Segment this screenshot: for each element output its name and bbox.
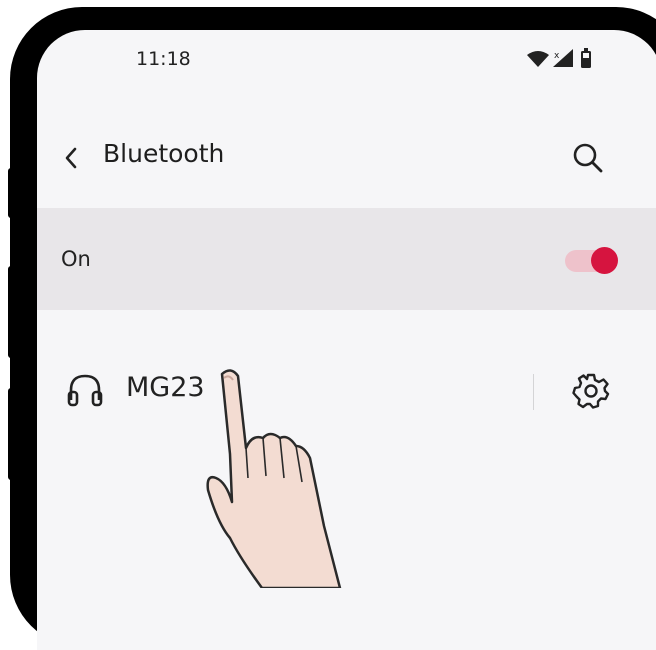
device-settings-button[interactable] — [572, 372, 610, 410]
search-icon — [573, 143, 603, 173]
chevron-left-icon — [65, 147, 77, 169]
wifi-icon — [527, 51, 549, 71]
signal-icon: x — [551, 49, 573, 71]
bluetooth-switch[interactable] — [565, 247, 619, 274]
battery-icon — [580, 48, 592, 72]
divider — [533, 374, 534, 410]
search-button[interactable] — [570, 140, 606, 176]
power-button — [8, 388, 16, 480]
device-name: MG23 — [126, 372, 205, 403]
switch-knob — [591, 247, 618, 274]
pointing-hand — [200, 366, 360, 590]
toggle-label: On — [61, 247, 91, 271]
svg-text:x: x — [554, 51, 560, 61]
page-title: Bluetooth — [103, 139, 225, 168]
bluetooth-toggle-row[interactable]: On — [37, 208, 656, 310]
status-icons: x — [527, 48, 607, 72]
volume-down-button — [8, 266, 16, 358]
status-time: 11:18 — [136, 48, 191, 70]
back-button[interactable] — [58, 141, 84, 175]
volume-up-button — [8, 168, 16, 218]
gear-icon — [572, 373, 610, 409]
headphones-icon — [65, 370, 105, 410]
